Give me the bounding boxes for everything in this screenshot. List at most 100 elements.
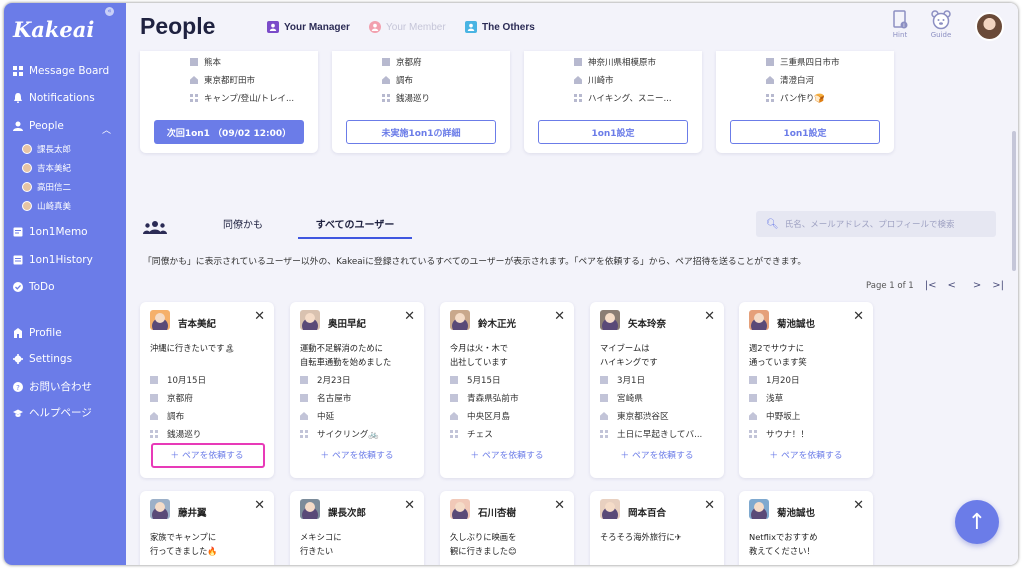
- person-icon: [13, 121, 23, 131]
- close-icon[interactable]: ✕: [254, 498, 265, 513]
- filter-your-manager[interactable]: Your Manager: [267, 21, 350, 33]
- request-pair-button[interactable]: ＋ ペアを依頼する: [440, 448, 574, 461]
- sidebar-item-todo[interactable]: ToDo: [13, 281, 55, 293]
- close-icon[interactable]: ✕: [554, 309, 565, 324]
- sidebar-item-label: お問い合わせ: [29, 381, 92, 393]
- app-logo[interactable]: Kakeai: [13, 17, 94, 42]
- scroll-to-top-button[interactable]: ↑: [955, 500, 999, 544]
- close-icon[interactable]: ✕: [254, 309, 265, 324]
- user-name[interactable]: 藤井翼: [178, 505, 207, 519]
- close-icon[interactable]: ✕: [853, 498, 864, 513]
- setup-1on1-button[interactable]: 1on1設定: [730, 120, 880, 144]
- status-message-line: 今月は火・木で: [450, 343, 509, 353]
- close-icon[interactable]: ✕: [704, 498, 715, 513]
- sidebar-item-label: 1on1Memo: [29, 226, 88, 238]
- close-icon[interactable]: ✕: [404, 309, 415, 324]
- hobby-row: サウナ！！: [749, 428, 809, 440]
- status-message: Netflixでおすすめ 教えてください！: [749, 530, 818, 558]
- avatar[interactable]: [749, 310, 769, 330]
- user-name[interactable]: 菊池誠也: [777, 316, 815, 330]
- user-name[interactable]: 石川杏樹: [478, 505, 516, 519]
- close-icon[interactable]: ✕: [853, 309, 864, 324]
- status-message-line: 行ってきました🔥: [150, 546, 218, 556]
- sidebar-item-people[interactable]: People: [13, 120, 64, 132]
- book-icon: i: [892, 10, 908, 30]
- page-indicator: Page 1 of 1: [866, 280, 914, 291]
- user-card: 奥田早紀 ✕ 運動不足解消のために 自転車通勤を始めました 2月23日 名古屋市 中延 サイク…: [290, 302, 424, 478]
- hint-button[interactable]: i Hint: [888, 10, 912, 39]
- avatar[interactable]: [300, 499, 320, 519]
- birthday-row: 10月15日: [150, 374, 206, 386]
- building-icon: [749, 376, 757, 384]
- sidebar-item-help[interactable]: ヘルプページ: [13, 405, 92, 420]
- birthplace-row: 京都府: [382, 56, 422, 68]
- avatar[interactable]: [450, 499, 470, 519]
- sidebar-item-1on1memo[interactable]: 1on1Memo: [13, 226, 88, 238]
- guide-button[interactable]: Guide: [927, 10, 955, 39]
- residence-row: 調布: [150, 410, 184, 422]
- sidebar-subitem-person[interactable]: 山崎真美: [22, 200, 71, 212]
- setup-1on1-button[interactable]: 1on1設定: [538, 120, 688, 144]
- sidebar-item-message-board[interactable]: Message Board: [13, 65, 109, 77]
- user-name[interactable]: 課長次郎: [328, 505, 366, 519]
- user-name[interactable]: 奥田早紀: [328, 316, 366, 330]
- sidebar-item-label: ToDo: [29, 281, 55, 293]
- status-message-line: 週2でサウナに: [749, 343, 805, 353]
- tab-maybe-colleagues[interactable]: 同僚かも: [223, 216, 263, 237]
- sidebar-item-label: Settings: [29, 353, 73, 365]
- avatar[interactable]: [600, 310, 620, 330]
- request-pair-button[interactable]: ＋ ペアを依頼する: [739, 448, 873, 461]
- next-1on1-button[interactable]: 次回1on1 （09/02 12:00）: [154, 120, 304, 144]
- residence-row: 中延: [300, 410, 334, 422]
- close-icon[interactable]: ✕: [404, 498, 415, 513]
- avatar[interactable]: [450, 310, 470, 330]
- filter-the-others[interactable]: The Others: [465, 21, 535, 33]
- search-input[interactable]: 🔍︎ 氏名、メールアドレス、プロフィールで検索: [756, 211, 996, 237]
- avatar[interactable]: [300, 310, 320, 330]
- prev-page-icon[interactable]: <: [947, 280, 955, 291]
- next-page-icon[interactable]: >: [973, 280, 981, 291]
- collapse-sidebar-icon[interactable]: «: [105, 7, 114, 16]
- request-pair-button[interactable]: ＋ ペアを依頼する: [590, 448, 724, 461]
- status-message-line: 沖縄に行きたいです🏝: [150, 343, 235, 353]
- scrollbar[interactable]: [1012, 131, 1016, 271]
- residence-row: 東京都町田市: [190, 74, 255, 86]
- close-icon[interactable]: ✕: [554, 498, 565, 513]
- sidebar-item-profile[interactable]: Profile: [13, 327, 62, 339]
- building-icon: [300, 376, 308, 384]
- building-icon: [450, 376, 458, 384]
- sidebar-item-settings[interactable]: Settings: [13, 353, 72, 365]
- close-icon[interactable]: ✕: [704, 309, 715, 324]
- avatar[interactable]: [150, 310, 170, 330]
- pending-1on1-details-button[interactable]: 未実施1on1の詳細: [346, 120, 496, 144]
- user-name[interactable]: 岡本百合: [628, 505, 666, 519]
- sidebar-subitem-person[interactable]: 課長太郎: [22, 143, 71, 155]
- chevron-up-icon[interactable]: ︿: [102, 123, 111, 136]
- home-icon: [749, 412, 757, 420]
- status-message-line: 行きたい: [300, 546, 334, 556]
- svg-text:?: ?: [16, 384, 20, 392]
- building-icon: [600, 376, 608, 384]
- sidebar-item-notifications[interactable]: Notifications: [13, 92, 95, 104]
- tab-all-users[interactable]: すべてのユーザー: [298, 216, 412, 239]
- user-name[interactable]: 鈴木正光: [478, 316, 516, 330]
- grid-icon: [574, 94, 582, 102]
- sidebar-subitem-person[interactable]: 高田信二: [22, 181, 71, 193]
- sidebar-item-1on1history[interactable]: 1on1History: [13, 254, 93, 266]
- graduation-cap-icon: [13, 408, 23, 418]
- last-page-icon[interactable]: >|: [992, 280, 1004, 291]
- avatar[interactable]: [600, 499, 620, 519]
- user-name[interactable]: 矢本玲奈: [628, 316, 666, 330]
- user-name[interactable]: 吉本美紀: [178, 316, 216, 330]
- user-avatar[interactable]: [975, 12, 1004, 41]
- user-name[interactable]: 菊池誠也: [777, 505, 815, 519]
- first-page-icon[interactable]: |<: [925, 280, 937, 291]
- avatar[interactable]: [150, 499, 170, 519]
- birthday-row: 2月23日: [300, 374, 351, 386]
- request-pair-button[interactable]: ＋ ペアを依頼する: [290, 448, 424, 461]
- sidebar-subitem-person[interactable]: 吉本美紀: [22, 162, 71, 174]
- building-icon: [150, 376, 158, 384]
- avatar[interactable]: [749, 499, 769, 519]
- filter-your-member[interactable]: Your Member: [369, 21, 446, 33]
- sidebar-item-contact[interactable]: ? お問い合わせ: [13, 379, 92, 394]
